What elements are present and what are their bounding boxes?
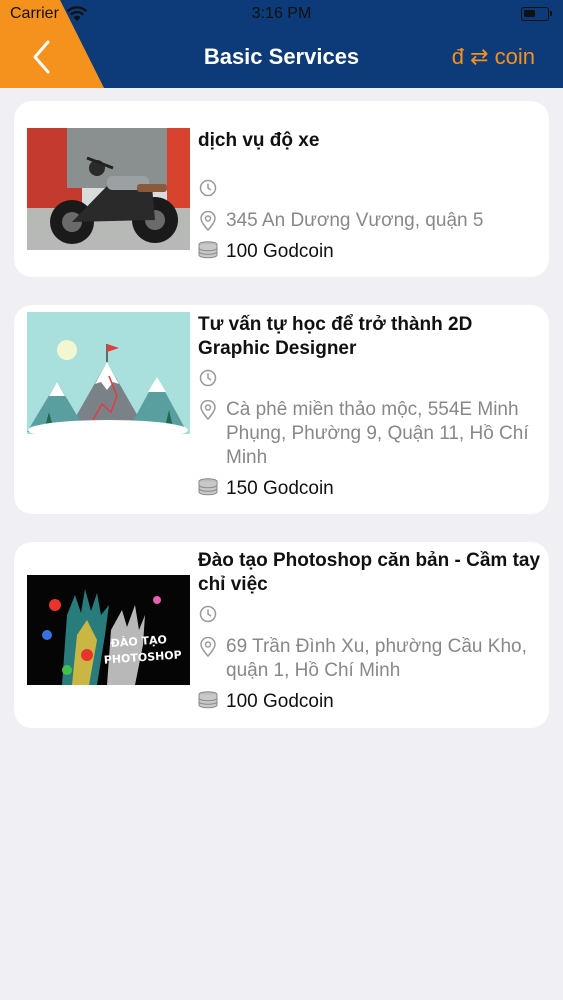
clock-icon — [199, 369, 217, 387]
location-pin-icon — [200, 211, 216, 231]
service-address: Cà phê miền thảo mộc, 554E Minh Phụng, P… — [226, 399, 529, 468]
photoshop-course-thumbnail: ĐÀO TẠO PHOTOSHOP — [27, 575, 190, 685]
mountain-illustration-thumbnail — [27, 312, 190, 434]
location-pin-icon — [200, 637, 216, 657]
service-card[interactable]: ĐÀO TẠO PHOTOSHOP Đào tạo Photoshop căn … — [14, 542, 549, 728]
service-address: 69 Trần Đình Xu, phường Cầu Kho, quận 1,… — [226, 636, 527, 681]
coin-stack-icon — [198, 478, 218, 496]
service-title: Đào tạo Photoshop căn bản - Cầm tay chỉ … — [198, 550, 541, 595]
motorbike-thumbnail — [27, 128, 190, 250]
clock-icon — [199, 605, 217, 623]
service-title: Tư vấn tự học để trở thành 2D Graphic De… — [198, 314, 473, 359]
status-bar: Carrier 3:16 PM — [0, 0, 563, 30]
clock-icon — [199, 179, 217, 197]
service-address: 345 An Dương Vương, quận 5 — [226, 210, 484, 231]
service-title: dịch vụ độ xe — [198, 130, 320, 151]
service-price: 100 Godcoin — [226, 241, 334, 262]
navigation-header: Carrier 3:16 PM Basic Services đ ⇄ coin — [0, 0, 563, 88]
location-pin-icon — [200, 400, 216, 420]
currency-toggle-button[interactable]: đ ⇄ coin — [452, 44, 535, 70]
status-time: 3:16 PM — [251, 5, 312, 22]
service-card[interactable]: Tư vấn tự học để trở thành 2D Graphic De… — [14, 305, 549, 514]
coin-stack-icon — [198, 691, 218, 709]
service-card[interactable]: dịch vụ độ xe 345 An Dương Vương, quận 5… — [14, 101, 549, 277]
service-price: 100 Godcoin — [226, 691, 334, 712]
battery-icon — [521, 7, 552, 21]
coin-stack-icon — [198, 241, 218, 259]
service-price: 150 Godcoin — [226, 478, 334, 499]
